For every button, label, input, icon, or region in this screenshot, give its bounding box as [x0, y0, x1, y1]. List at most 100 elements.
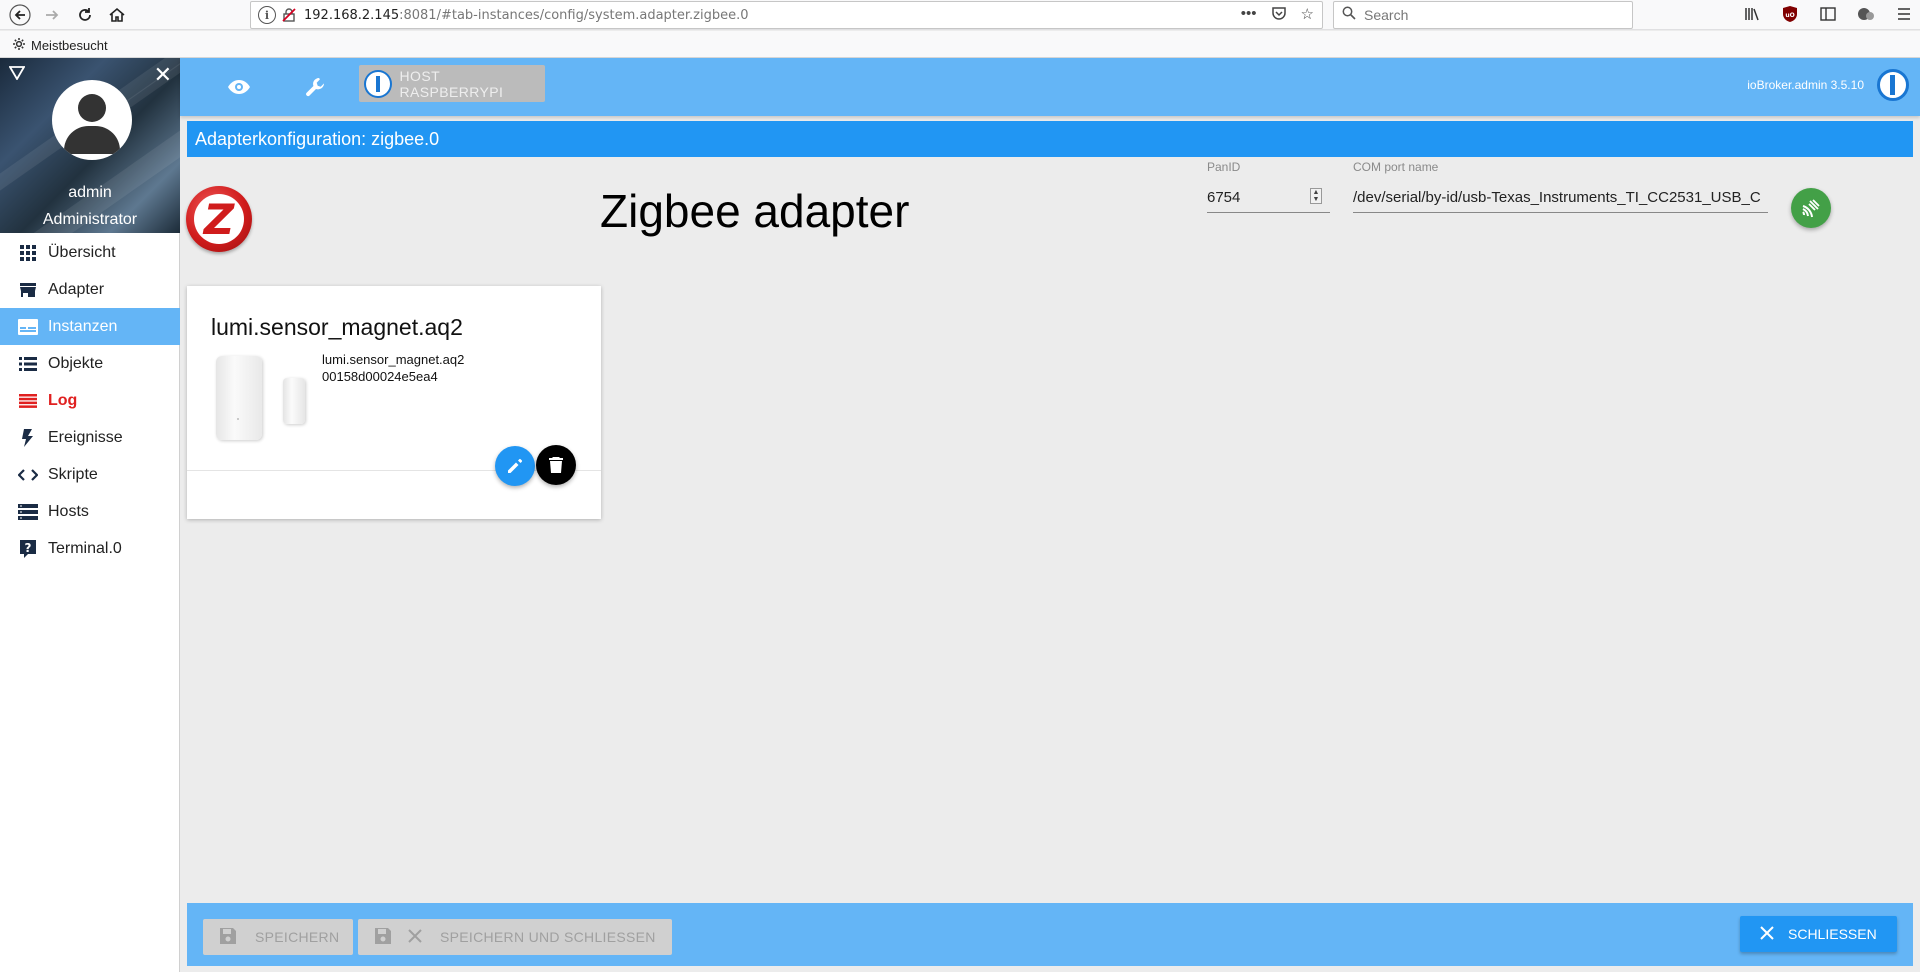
- sidebar-item-label: Übersicht: [48, 243, 116, 261]
- panid-value: 6754: [1207, 189, 1241, 206]
- sidebar-item-adapter[interactable]: Adapter: [0, 271, 180, 308]
- device-sensor-image: [216, 356, 262, 440]
- page-title: Adapterkonfiguration: zigbee.0: [187, 121, 1913, 157]
- trash-icon: [549, 457, 563, 473]
- sidebar-item-instanzen[interactable]: Instanzen: [0, 308, 180, 345]
- floppy-icon: [374, 927, 392, 948]
- gear-icon: [12, 37, 26, 54]
- close-x-icon: [1760, 925, 1774, 943]
- svg-text:uO: uO: [1785, 12, 1794, 19]
- forward-icon[interactable]: [39, 2, 65, 28]
- sidebar-item-skripte[interactable]: Skripte: [0, 456, 180, 493]
- stepper-icon[interactable]: ▲ ▼: [1310, 188, 1322, 204]
- bolt-icon: [17, 428, 39, 448]
- close-label: SCHLIESSEN: [1788, 926, 1877, 942]
- footer-bar: SPEICHERN SPEICHERN UND SCHLIESSEN SCHLI…: [187, 903, 1913, 966]
- help-icon: ?: [17, 539, 39, 559]
- sidebar-item-label: Hosts: [48, 502, 89, 520]
- com-port-label: COM port name: [1353, 160, 1439, 174]
- browser-toolbar: i 192.168.2.145:8081/#tab-instances/conf…: [0, 0, 1920, 30]
- close-button[interactable]: SCHLIESSEN: [1740, 916, 1897, 952]
- sidebar-item-label: Ereignisse: [48, 428, 123, 446]
- bookmarks-toolbar: Meistbesucht: [0, 31, 1920, 58]
- sidebar-item-label: Terminal.0: [48, 539, 122, 557]
- save-close-label: SPEICHERN UND SCHLIESSEN: [440, 929, 656, 945]
- bookmark-label: Meistbesucht: [31, 38, 108, 53]
- sidebar-item-ereignisse[interactable]: Ereignisse: [0, 419, 180, 456]
- instances-icon: [17, 317, 39, 337]
- eye-icon[interactable]: [224, 72, 254, 102]
- avatar: [52, 80, 132, 160]
- host-label: HOST RASPBERRYPI: [399, 67, 504, 100]
- bookmark-most-visited[interactable]: Meistbesucht: [12, 37, 108, 54]
- device-model: lumi.sensor_magnet.aq2: [322, 352, 465, 367]
- save-and-close-button[interactable]: SPEICHERN UND SCHLIESSEN: [358, 919, 672, 955]
- library-icon[interactable]: [1742, 4, 1762, 24]
- home-icon[interactable]: [104, 2, 130, 28]
- url-host: 192.168.2.145: [304, 7, 400, 23]
- app-bar: HOST RASPBERRYPI ioBroker.admin 3.5.10: [180, 58, 1920, 116]
- menu-icon[interactable]: [1894, 4, 1914, 24]
- device-magnet-image: [283, 378, 305, 424]
- close-icon[interactable]: ✕: [154, 62, 172, 88]
- store-icon: [17, 280, 39, 300]
- device-title: lumi.sensor_magnet.aq2: [211, 314, 463, 340]
- sidebar-item-log[interactable]: Log: [0, 382, 180, 419]
- scan-ports-button[interactable]: [1791, 188, 1831, 228]
- sidebar-item-terminal[interactable]: ? Terminal.0: [0, 530, 180, 567]
- sidebar: ✕ admin Administrator Übersicht Adapter …: [0, 58, 180, 972]
- wrench-icon[interactable]: [301, 72, 331, 102]
- sidebar-item-label: Objekte: [48, 354, 104, 372]
- search-placeholder: Search: [1364, 7, 1409, 23]
- sidebar-item-label: Adapter: [48, 280, 105, 298]
- com-port-value: /dev/serial/by-id/usb-Texas_Instruments_…: [1353, 189, 1761, 206]
- iobroker-logo-icon: [364, 69, 392, 98]
- log-icon: [17, 391, 39, 411]
- back-icon[interactable]: [7, 2, 33, 28]
- sidebar-item-label: Log: [48, 391, 78, 409]
- adapter-heading: Zigbee adapter: [600, 185, 910, 237]
- reload-icon[interactable]: [72, 2, 98, 28]
- floppy-icon: [219, 927, 237, 948]
- hosts-icon: [17, 502, 39, 522]
- pocket-icon[interactable]: [1271, 5, 1287, 25]
- info-icon[interactable]: i: [258, 6, 276, 24]
- save-button[interactable]: SPEICHERN: [203, 919, 353, 955]
- url-text: 192.168.2.145:8081/#tab-instances/config…: [304, 8, 749, 23]
- sidebar-toggle-icon[interactable]: [1818, 4, 1838, 24]
- menu-toggle-icon[interactable]: [8, 66, 26, 85]
- pencil-icon: [508, 458, 523, 473]
- user-profile: ✕ admin Administrator: [0, 58, 180, 233]
- close-x-icon: [408, 928, 422, 946]
- edit-device-button[interactable]: [495, 446, 535, 486]
- page-actions-icon[interactable]: •••: [1241, 5, 1257, 25]
- bookmark-star-icon[interactable]: ☆: [1301, 5, 1314, 25]
- search-icon: [1342, 6, 1356, 24]
- device-card: lumi.sensor_magnet.aq2 lumi.sensor_magne…: [187, 286, 601, 519]
- delete-device-button[interactable]: [536, 445, 576, 485]
- ublock-icon[interactable]: uO: [1780, 4, 1800, 24]
- sidebar-item-objekte[interactable]: Objekte: [0, 345, 180, 382]
- url-bar[interactable]: i 192.168.2.145:8081/#tab-instances/conf…: [250, 1, 1323, 29]
- host-button[interactable]: HOST RASPBERRYPI: [359, 65, 545, 102]
- panid-input[interactable]: 6754 ▲ ▼: [1207, 183, 1330, 213]
- com-port-input[interactable]: /dev/serial/by-id/usb-Texas_Instruments_…: [1353, 183, 1768, 213]
- sidebar-item-label: Instanzen: [48, 317, 118, 335]
- code-icon: [17, 465, 39, 485]
- list-icon: [17, 354, 39, 374]
- panid-label: PanID: [1207, 160, 1241, 174]
- search-bar[interactable]: Search: [1333, 1, 1633, 29]
- scan-icon: [1802, 199, 1820, 218]
- extension-icon[interactable]: [1856, 4, 1876, 24]
- sidebar-item-label: Skripte: [48, 465, 98, 483]
- sidebar-item-uebersicht[interactable]: Übersicht: [0, 234, 180, 271]
- insecure-lock-icon[interactable]: [282, 8, 296, 22]
- device-ieee: 00158d00024e5ea4: [322, 369, 438, 384]
- url-path: :8081/#tab-instances/config/system.adapt…: [399, 7, 749, 23]
- user-role: Administrator: [42, 211, 138, 228]
- grid-icon: [17, 243, 39, 263]
- user-name: admin: [68, 184, 112, 201]
- zigbee-logo-icon: Z: [186, 186, 252, 252]
- iobroker-logo-icon: [1877, 69, 1909, 101]
- sidebar-item-hosts[interactable]: Hosts: [0, 493, 180, 530]
